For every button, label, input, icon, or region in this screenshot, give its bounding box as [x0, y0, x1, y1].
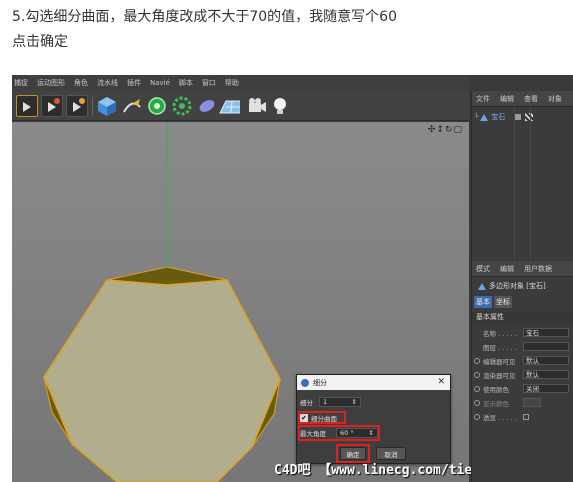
- c4d-logo-icon: [301, 378, 309, 387]
- am-menu-edit[interactable]: 编辑: [500, 264, 514, 274]
- subdivision-icon[interactable]: [146, 95, 168, 117]
- menu-item-pipeline[interactable]: 流水线: [97, 78, 118, 88]
- tab-coord[interactable]: 坐标: [494, 296, 512, 308]
- am-menu-mode[interactable]: 模式: [476, 264, 490, 274]
- object-row-gem[interactable]: └ 宝石: [474, 111, 573, 123]
- menu-item-snap[interactable]: 捕捉: [14, 78, 28, 88]
- section-header: 基本属性: [472, 312, 573, 323]
- menu-item-plugins[interactable]: 插件: [127, 78, 141, 88]
- attribute-title-text: 多边形对象 [宝石]: [489, 282, 546, 290]
- om-menu-object[interactable]: 对象: [548, 94, 562, 104]
- xray-checkbox[interactable]: [523, 413, 529, 420]
- subdivision-label: 细分: [300, 399, 313, 407]
- attr-value-select[interactable]: 默认: [523, 356, 569, 365]
- attr-label: 渲染器可见: [483, 371, 516, 380]
- light-icon[interactable]: [269, 95, 291, 117]
- camera-icon[interactable]: [246, 95, 268, 117]
- attr-value-input[interactable]: 宝石: [523, 328, 569, 337]
- attr-row-xray: 透显 . . . . .: [474, 411, 529, 422]
- radio-icon[interactable]: [474, 413, 480, 420]
- subdivision-input[interactable]: 1 ⇕: [319, 397, 361, 407]
- menu-item-character[interactable]: 角色: [74, 78, 88, 88]
- attribute-title: 多边形对象 [宝石]: [478, 281, 546, 291]
- highlight-box-checkbox: [298, 411, 346, 424]
- visibility-dots-icon[interactable]: [515, 114, 522, 120]
- main-toolbar: [12, 91, 469, 121]
- subdivide-dialog: 细分 ✕ 细分 1 ⇕ ✔ 细分曲面 最大角度 60 ° ⇕ 确定 取消: [296, 374, 451, 464]
- hierarchy-line-icon: └: [474, 113, 479, 121]
- menu-item-mograph[interactable]: 运动图形: [37, 78, 65, 88]
- pen-spline-icon[interactable]: [121, 95, 143, 117]
- attr-label: 图层 . . . . .: [483, 343, 517, 352]
- attr-row-render-visible: 渲染器可见 默认: [474, 369, 569, 380]
- floor-icon[interactable]: [218, 95, 240, 117]
- menu-item-window[interactable]: 窗口: [202, 78, 216, 88]
- subdivision-value: 1: [323, 398, 328, 406]
- c4d-window: 捕捉 运动图形 角色 流水线 插件 Navié 脚本 窗口 帮助 ✣↕↻▢ 细分…: [12, 75, 573, 482]
- om-menu-file[interactable]: 文件: [476, 94, 490, 104]
- attr-label: 编辑器可见: [483, 357, 516, 366]
- object-name[interactable]: 宝石: [491, 112, 505, 122]
- dialog-title-bar: 细分 ✕: [297, 375, 450, 390]
- render-settings-icon[interactable]: [66, 95, 88, 117]
- attr-row-name: 名称 . . . . . 宝石: [474, 327, 569, 338]
- attr-row-use-color: 使用颜色 关闭: [474, 383, 569, 394]
- object-manager-menu: 文件 编辑 查看 对象: [472, 91, 573, 107]
- tab-basic[interactable]: 基本: [474, 296, 492, 308]
- column-divider: [514, 107, 515, 260]
- gem-body: [43, 279, 281, 482]
- attr-value-select[interactable]: 关闭: [523, 384, 569, 393]
- polygon-object-icon: [478, 282, 486, 290]
- attr-label: 名称 . . . . .: [483, 329, 517, 338]
- attr-label: 显示颜色: [483, 399, 509, 408]
- highlight-box-angle: [298, 425, 380, 441]
- attribute-manager: 模式 编辑 用户数据 多边形对象 [宝石] 基本 坐标 基本属性 名称 . . …: [471, 261, 573, 482]
- polygon-object-icon: [480, 113, 489, 121]
- attr-label: 使用颜色: [483, 385, 509, 394]
- column-divider: [530, 107, 531, 260]
- cube-icon[interactable]: [96, 95, 118, 117]
- render-region-icon[interactable]: [16, 95, 38, 117]
- stepper-icon[interactable]: ⇕: [352, 398, 357, 406]
- attr-value-input[interactable]: [523, 342, 569, 351]
- menu-item-navie[interactable]: Navié: [150, 79, 170, 87]
- instruction-line-2: 点击确定: [12, 34, 68, 50]
- attr-value-select[interactable]: 默认: [523, 370, 569, 379]
- om-menu-view[interactable]: 查看: [524, 94, 538, 104]
- radio-icon[interactable]: [474, 357, 480, 364]
- attr-label: 透显 . . . . .: [483, 413, 517, 422]
- close-icon[interactable]: ✕: [437, 377, 445, 387]
- menu-item-help[interactable]: 帮助: [225, 78, 239, 88]
- om-menu-edit[interactable]: 编辑: [500, 94, 514, 104]
- object-manager: 文件 编辑 查看 对象 └ 宝石: [471, 91, 573, 260]
- radio-icon[interactable]: [474, 385, 480, 392]
- instruction-line-1: 5.勾选细分曲面，最大角度改成不大于70的值，我随意写个60: [12, 9, 397, 25]
- toolbar-separator: [92, 97, 93, 115]
- menu-bar: 捕捉 运动图形 角色 流水线 插件 Navié 脚本 窗口 帮助: [12, 75, 469, 91]
- attr-row-editor-visible: 编辑器可见 默认: [474, 355, 569, 366]
- dialog-title: 细分: [313, 378, 327, 387]
- 3d-viewport[interactable]: ✣↕↻▢ 细分 ✕ 细分 1 ⇕ ✔ 细分曲面 最大角度 60 ° ⇕ 确定 取…: [12, 122, 540, 482]
- render-view-icon[interactable]: [41, 95, 63, 117]
- attr-row-display-color: 显示颜色: [474, 397, 541, 408]
- subdivision-row: 细分 1 ⇕: [300, 397, 361, 407]
- attribute-manager-menu: 模式 编辑 用户数据: [472, 261, 573, 277]
- am-menu-userdata[interactable]: 用户数据: [524, 264, 552, 274]
- radio-icon[interactable]: [474, 399, 480, 406]
- attribute-tabs: 基本 坐标: [474, 296, 514, 308]
- array-icon[interactable]: [171, 95, 193, 117]
- color-swatch[interactable]: [523, 398, 541, 407]
- deformer-icon[interactable]: [196, 95, 218, 117]
- radio-icon[interactable]: [474, 371, 480, 378]
- attr-row-layer: 图层 . . . . .: [474, 341, 569, 352]
- menu-item-script[interactable]: 脚本: [179, 78, 193, 88]
